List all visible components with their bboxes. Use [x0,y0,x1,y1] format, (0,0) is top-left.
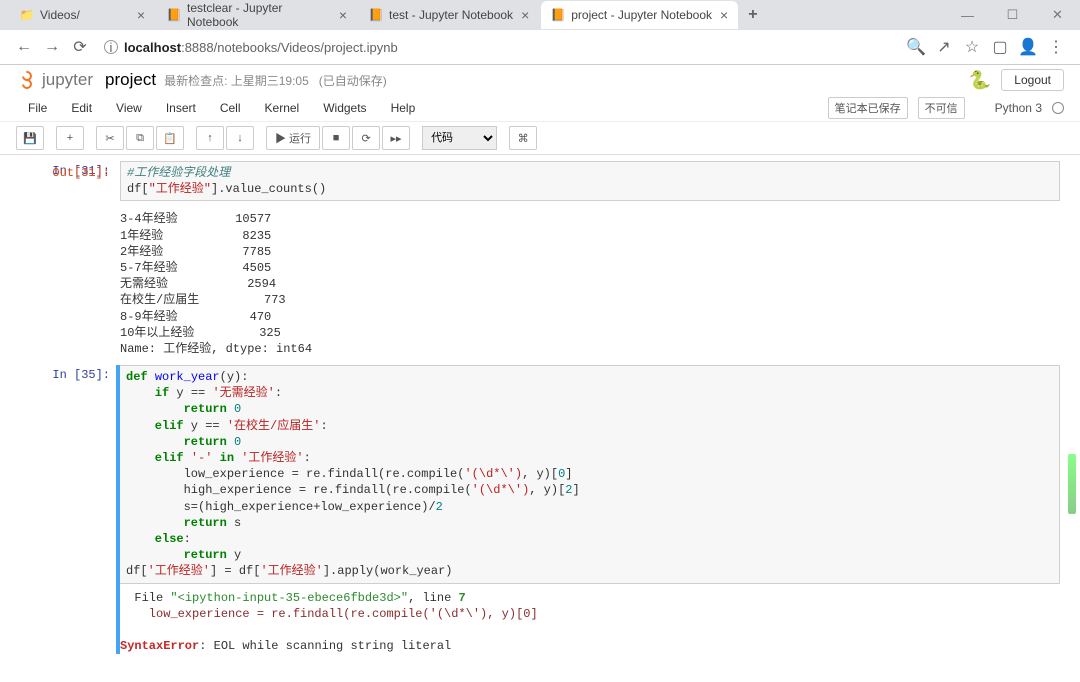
move-down-button[interactable]: ↓ [226,126,254,150]
kernel-indicator-icon [1052,102,1064,114]
new-tab-button[interactable]: + [740,6,765,24]
close-icon[interactable]: × [331,7,347,23]
back-button[interactable]: ← [10,33,38,61]
code-cell-31[interactable]: In [31]: #工作经验字段处理 df["工作经验"].value_coun… [120,161,1060,357]
close-icon[interactable]: × [712,7,728,23]
python-icon: 🐍 [969,70,991,91]
command-palette-button[interactable]: ⌘ [509,126,537,150]
reload-button[interactable]: ⟳ [66,33,94,61]
run-button[interactable]: ▶ 运行 [266,126,320,150]
interrupt-button[interactable]: ■ [322,126,350,150]
tab-label: project - Jupyter Notebook [571,8,712,22]
menu-widgets[interactable]: Widgets [311,97,378,119]
notebook-icon: 📙 [369,8,383,22]
notebook-icon: 📙 [167,8,181,22]
close-icon[interactable]: × [129,7,145,23]
window-controls: — ☐ ✕ [945,1,1080,29]
jupyter-app: jupyter project 最新检查点: 上星期三19:05 (已自动保存)… [0,65,1080,682]
scroll-indicator[interactable] [1068,454,1076,514]
close-window-button[interactable]: ✕ [1035,1,1080,29]
jupyter-icon [16,69,38,91]
profile-icon[interactable]: 👤 [1014,33,1042,61]
tab-label: Videos/ [40,8,80,22]
close-icon[interactable]: × [513,7,529,23]
browser-tab-videos[interactable]: 📁 Videos/ × [10,1,155,29]
cut-button[interactable]: ✂ [96,126,124,150]
browser-tab-testclear[interactable]: 📙 testclear - Jupyter Notebook × [157,1,357,29]
minimize-button[interactable]: — [945,1,990,29]
in-prompt: In [35]: [10,367,110,383]
notebook-icon: 📙 [551,8,565,22]
address-input[interactable]: i localhost:8888/notebooks/Videos/projec… [104,40,892,55]
code-input[interactable]: #工作经验字段处理 df["工作经验"].value_counts() [120,161,1060,201]
menu-help[interactable]: Help [379,97,428,119]
restart-button[interactable]: ⟳ [352,126,380,150]
info-icon[interactable]: i [104,40,118,54]
notebook-area: In [31]: #工作经验字段处理 df["工作经验"].value_coun… [0,155,1080,682]
menu-view[interactable]: View [104,97,154,119]
extensions-icon[interactable]: ▢ [986,33,1014,61]
cell-output: 3-4年经验 10577 1年经验 8235 2年经验 7785 5-7年经验 … [120,205,1060,357]
notebook-saved-status: 笔记本已保存 [828,97,908,119]
forward-button[interactable]: → [38,33,66,61]
address-port: :8888 [181,40,214,55]
cell-type-select[interactable]: 代码 [422,126,497,150]
address-host: localhost [124,40,181,55]
menu-insert[interactable]: Insert [154,97,208,119]
menu-cell[interactable]: Cell [208,97,253,119]
tab-label: test - Jupyter Notebook [389,8,513,22]
cell-error-output: File "<ipython-input-35-ebece6fbde3d>", … [120,584,1060,655]
code-cell-35[interactable]: In [35]: def work_year(y): if y == '无需经验… [116,365,1060,654]
copy-button[interactable]: ⧉ [126,126,154,150]
address-path: /notebooks/Videos/project.ipynb [214,40,398,55]
menu-edit[interactable]: Edit [59,97,104,119]
search-icon[interactable]: 🔍 [902,33,930,61]
restart-run-all-button[interactable]: ▸▸ [382,126,410,150]
browser-chrome: 📁 Videos/ × 📙 testclear - Jupyter Notebo… [0,0,1080,65]
menu-file[interactable]: File [16,97,59,119]
tab-label: testclear - Jupyter Notebook [187,1,331,29]
address-bar: ← → ⟳ i localhost:8888/notebooks/Videos/… [0,30,1080,64]
folder-icon: 📁 [20,8,34,22]
kernel-name[interactable]: Python 3 [995,101,1042,115]
trust-status[interactable]: 不可信 [918,97,965,119]
toolbar: 💾 + ✂ ⧉ 📋 ↑ ↓ ▶ 运行 ■ ⟳ ▸▸ 代码 ⌘ [0,122,1080,155]
browser-tab-test[interactable]: 📙 test - Jupyter Notebook × [359,1,539,29]
notebook-title[interactable]: project [105,70,156,90]
insert-cell-button[interactable]: + [56,126,84,150]
checkpoint-text: 最新检查点: 上星期三19:05 [164,72,309,89]
maximize-button[interactable]: ☐ [990,1,1035,29]
paste-button[interactable]: 📋 [156,126,184,150]
move-up-button[interactable]: ↑ [196,126,224,150]
menu-kernel[interactable]: Kernel [253,97,312,119]
out-prompt: Out[31]: [10,165,110,181]
jupyter-logo[interactable]: jupyter [16,69,93,91]
share-icon[interactable]: ↗ [930,33,958,61]
menu-bar: File Edit View Insert Cell Kernel Widget… [0,95,1080,122]
jupyter-header: jupyter project 最新检查点: 上星期三19:05 (已自动保存)… [0,65,1080,95]
save-button[interactable]: 💾 [16,126,44,150]
menu-icon[interactable]: ⋮ [1042,33,1070,61]
logout-button[interactable]: Logout [1001,69,1064,91]
tab-bar: 📁 Videos/ × 📙 testclear - Jupyter Notebo… [0,0,1080,30]
autosave-text: (已自动保存) [319,72,387,89]
logo-text: jupyter [42,70,93,90]
star-icon[interactable]: ☆ [958,33,986,61]
browser-tab-project[interactable]: 📙 project - Jupyter Notebook × [541,1,738,29]
code-input[interactable]: def work_year(y): if y == '无需经验': return… [120,365,1060,583]
